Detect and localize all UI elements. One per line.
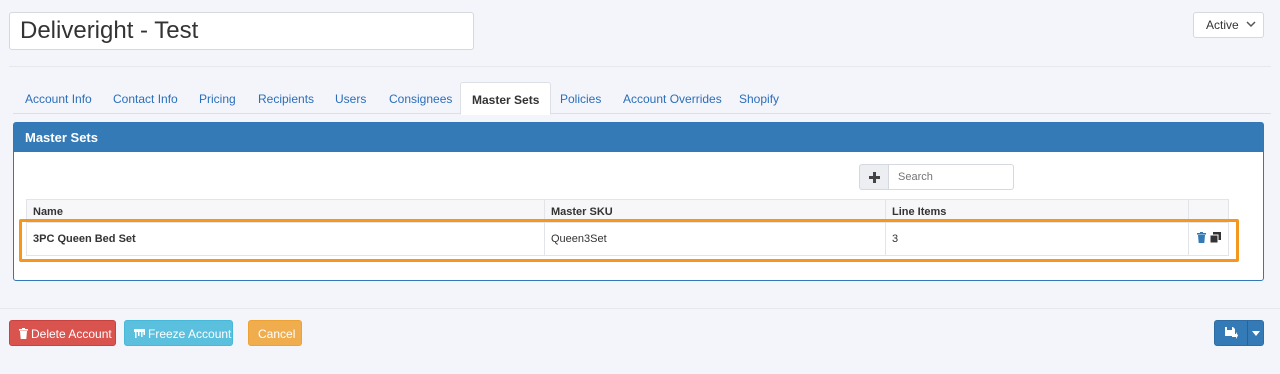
tab-consignees[interactable]: Consignees [389, 82, 452, 114]
plus-icon [869, 172, 880, 183]
divider [9, 66, 1271, 67]
table-row[interactable]: 3PC Queen Bed Set Queen3Set 3 [27, 223, 1228, 255]
tab-users[interactable]: Users [335, 82, 366, 114]
status-select-value: Active [1206, 18, 1239, 32]
trash-icon [19, 328, 28, 339]
freeze-account-label: Freeze Account [148, 327, 232, 341]
row-name: 3PC Queen Bed Set [27, 223, 545, 255]
master-sets-panel: Master Sets Name Master SKU Line Items 3… [13, 122, 1264, 281]
tab-account-info[interactable]: Account Info [25, 82, 92, 114]
column-header-name[interactable]: Name [27, 200, 545, 222]
tab-pricing[interactable]: Pricing [199, 82, 236, 114]
copy-icon[interactable] [1210, 232, 1221, 243]
account-name-input[interactable]: Deliveright - Test [9, 12, 474, 50]
cancel-button[interactable]: Cancel [248, 320, 302, 346]
column-header-line-items[interactable]: Line Items [886, 200, 1189, 222]
save-icon[interactable] [1224, 326, 1238, 340]
divider [0, 308, 1280, 309]
master-sets-table: Name Master SKU Line Items 3PC Queen Bed… [26, 199, 1229, 256]
table-header: Name Master SKU Line Items [27, 200, 1228, 223]
button-divider [1247, 321, 1248, 345]
row-line-items: 3 [886, 223, 1189, 255]
cancel-label: Cancel [258, 327, 296, 341]
panel-title: Master Sets [14, 123, 1263, 152]
tab-contact-info[interactable]: Contact Info [113, 82, 178, 114]
delete-account-label: Delete Account [31, 327, 112, 341]
save-button-group[interactable] [1214, 320, 1264, 346]
delete-account-button[interactable]: Delete Account [9, 320, 116, 346]
tab-account-overrides[interactable]: Account Overrides [623, 82, 722, 114]
tab-policies[interactable]: Policies [560, 82, 601, 114]
tab-shopify[interactable]: Shopify [739, 82, 779, 114]
row-master-sku: Queen3Set [545, 223, 886, 255]
trash-icon[interactable] [1197, 232, 1206, 243]
caret-down-icon[interactable] [1252, 331, 1260, 336]
row-actions [1189, 223, 1229, 255]
freeze-account-button[interactable]: Freeze Account [124, 320, 233, 346]
status-select[interactable]: Active [1193, 12, 1264, 38]
snowflake-icon [134, 329, 145, 338]
column-header-actions [1189, 200, 1229, 222]
tab-master-sets[interactable]: Master Sets [460, 82, 552, 115]
chevron-down-icon [1246, 21, 1256, 28]
search-input[interactable] [889, 164, 1014, 190]
add-master-set-button[interactable] [859, 164, 889, 190]
tab-recipients[interactable]: Recipients [258, 82, 314, 114]
column-header-master-sku[interactable]: Master SKU [545, 200, 886, 222]
tab-bar: Account Info Contact Info Pricing Recipi… [13, 82, 1271, 115]
